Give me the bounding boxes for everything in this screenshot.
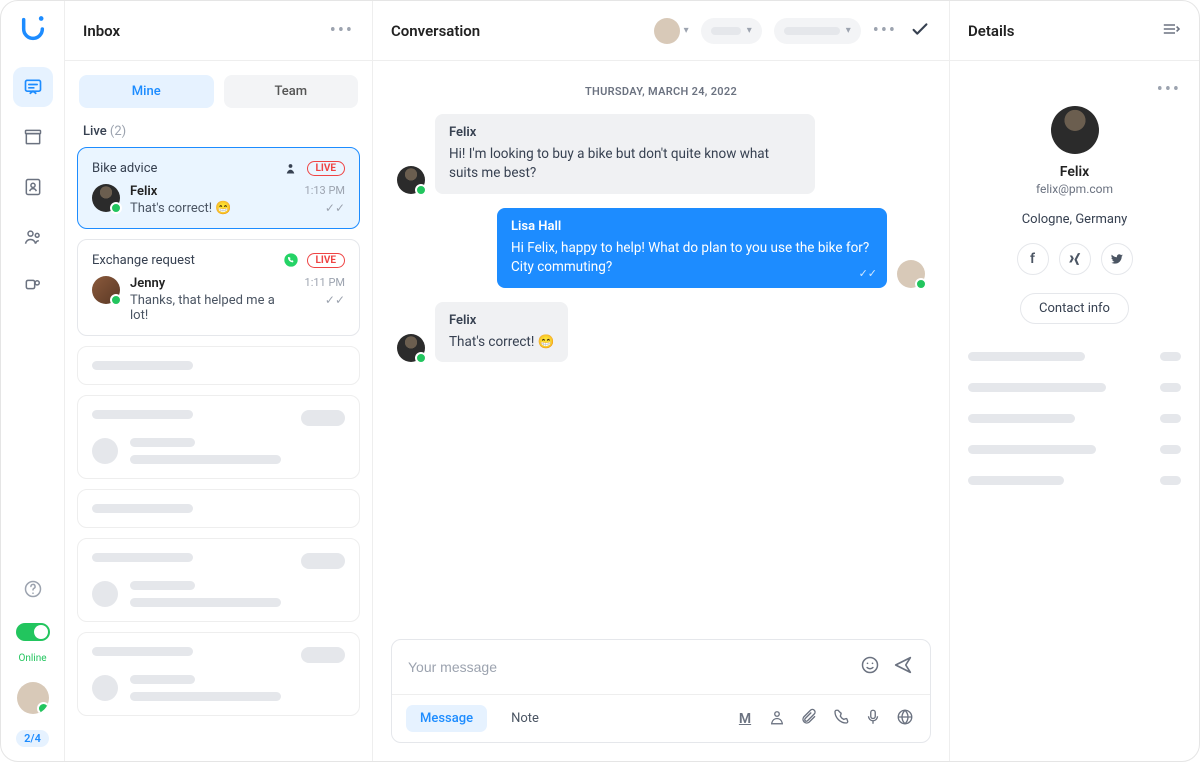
section-live-count: (2)	[110, 124, 126, 139]
message-sender: Lisa Hall	[511, 218, 873, 237]
tab-team[interactable]: Team	[224, 75, 359, 108]
attachment-icon[interactable]	[798, 708, 820, 730]
composer-tab-note[interactable]: Note	[497, 705, 553, 732]
assignee-avatar	[654, 18, 680, 44]
nav-team[interactable]	[13, 217, 53, 257]
conversation-title: Conversation	[391, 22, 480, 40]
details-panel: Details ••• Felix felix@pm.com Cologne, …	[949, 1, 1199, 761]
facebook-icon[interactable]: f	[1017, 243, 1049, 275]
nav-apps[interactable]	[13, 267, 53, 307]
conversation-menu-icon[interactable]: •••	[873, 20, 897, 41]
contact-email: felix@pm.com	[968, 182, 1181, 196]
skeleton-card	[77, 632, 360, 716]
message-avatar	[897, 260, 925, 288]
message-time: 1:13 PM	[305, 184, 345, 197]
message-text: Hi! I'm looking to buy a bike but don't …	[449, 145, 801, 184]
composer-tab-message[interactable]: Message	[406, 705, 487, 732]
send-icon[interactable]	[892, 654, 914, 680]
section-live-label: Live	[83, 124, 107, 139]
message-text: Hi Felix, happy to help! What do plan to…	[511, 239, 873, 278]
nav-contacts[interactable]	[13, 167, 53, 207]
contact-info-button[interactable]: Contact info	[1020, 293, 1129, 324]
contact-avatar-large	[1051, 106, 1099, 154]
nav-archive[interactable]	[13, 117, 53, 157]
skeleton-card	[77, 538, 360, 622]
message-bubble: Felix That's correct! 😁	[435, 302, 568, 362]
message-row: Felix Hi! I'm looking to buy a bike but …	[397, 114, 925, 194]
contact-name: Felix	[968, 164, 1181, 180]
tab-mine[interactable]: Mine	[79, 75, 214, 108]
whatsapp-icon	[283, 252, 299, 268]
collapse-icon[interactable]	[1161, 21, 1181, 41]
live-badge: LIVE	[307, 161, 346, 176]
contact-name: Jenny	[130, 276, 295, 291]
tag-selector[interactable]: ▾	[774, 18, 861, 44]
section-live: Live (2)	[65, 108, 372, 147]
emoji-icon[interactable]	[860, 655, 880, 679]
conversation-card[interactable]: Bike advice LIVE Felix That's correct! 😁	[77, 147, 360, 229]
message-avatar	[397, 334, 425, 362]
message-text: That's correct! 😁	[449, 333, 554, 353]
composer: Message Note M	[391, 639, 931, 743]
nav-rail: Online 2/4	[1, 1, 65, 761]
channel-icon	[283, 160, 299, 176]
message-sender: Felix	[449, 312, 554, 331]
nav-inbox[interactable]	[13, 67, 53, 107]
details-skeleton	[950, 342, 1199, 517]
message-row: Lisa Hall Hi Felix, happy to help! What …	[397, 208, 925, 288]
details-menu-icon[interactable]: •••	[1157, 79, 1181, 100]
message-bubble: Felix Hi! I'm looking to buy a bike but …	[435, 114, 815, 194]
skeleton-card	[77, 346, 360, 385]
inbox-menu-icon[interactable]: •••	[330, 20, 354, 41]
status-selector[interactable]: ▾	[701, 18, 762, 44]
message-input[interactable]	[408, 659, 848, 675]
call-icon[interactable]	[830, 708, 852, 730]
inbox-panel: Inbox ••• Mine Team Live (2) Bike advice…	[65, 1, 373, 761]
assignee-selector[interactable]: ▾	[654, 18, 689, 44]
macro-icon[interactable]: M	[734, 711, 756, 727]
contact-location: Cologne, Germany	[968, 212, 1181, 227]
message-row: Felix That's correct! 😁	[397, 302, 925, 362]
message-bubble: Lisa Hall Hi Felix, happy to help! What …	[497, 208, 887, 288]
date-separator: THURSDAY, MARCH 24, 2022	[397, 85, 925, 98]
read-icon: ✓✓	[325, 201, 345, 215]
read-icon: ✓✓	[325, 293, 345, 307]
conversation-subject: Exchange request	[92, 253, 195, 268]
details-title: Details	[968, 22, 1014, 40]
skeleton-card	[77, 395, 360, 479]
contact-avatar	[92, 276, 120, 304]
assign-icon[interactable]	[766, 708, 788, 730]
conversation-card[interactable]: Exchange request LIVE Jenny Thanks, that…	[77, 239, 360, 336]
online-toggle[interactable]	[16, 623, 50, 641]
contact-name: Felix	[130, 184, 295, 199]
conversation-panel: Conversation ▾ ▾ ▾ ••• THURSDAY, MARCH 2…	[373, 1, 949, 761]
live-badge: LIVE	[307, 253, 346, 268]
message-preview: Thanks, that helped me a lot!	[130, 293, 295, 323]
inbox-title: Inbox	[83, 22, 120, 40]
message-time: 1:11 PM	[305, 276, 345, 289]
resolve-button[interactable]	[909, 18, 931, 44]
xing-icon[interactable]	[1059, 243, 1091, 275]
message-preview: That's correct! 😁	[130, 201, 295, 216]
chevron-down-icon: ▾	[846, 25, 851, 36]
online-label: Online	[18, 653, 46, 664]
chevron-down-icon: ▾	[747, 25, 752, 36]
translate-icon[interactable]	[894, 708, 916, 730]
twitter-icon[interactable]	[1101, 243, 1133, 275]
message-sender: Felix	[449, 124, 801, 143]
read-icon: ✓✓	[859, 266, 877, 282]
microphone-icon[interactable]	[862, 708, 884, 730]
chevron-down-icon: ▾	[684, 25, 689, 36]
capacity-badge: 2/4	[16, 730, 49, 747]
contact-avatar	[92, 184, 120, 212]
conversation-subject: Bike advice	[92, 161, 157, 176]
skeleton-card	[77, 489, 360, 528]
app-logo	[19, 15, 47, 43]
help-icon[interactable]	[13, 569, 53, 609]
message-avatar	[397, 166, 425, 194]
current-user-avatar[interactable]	[17, 682, 49, 714]
